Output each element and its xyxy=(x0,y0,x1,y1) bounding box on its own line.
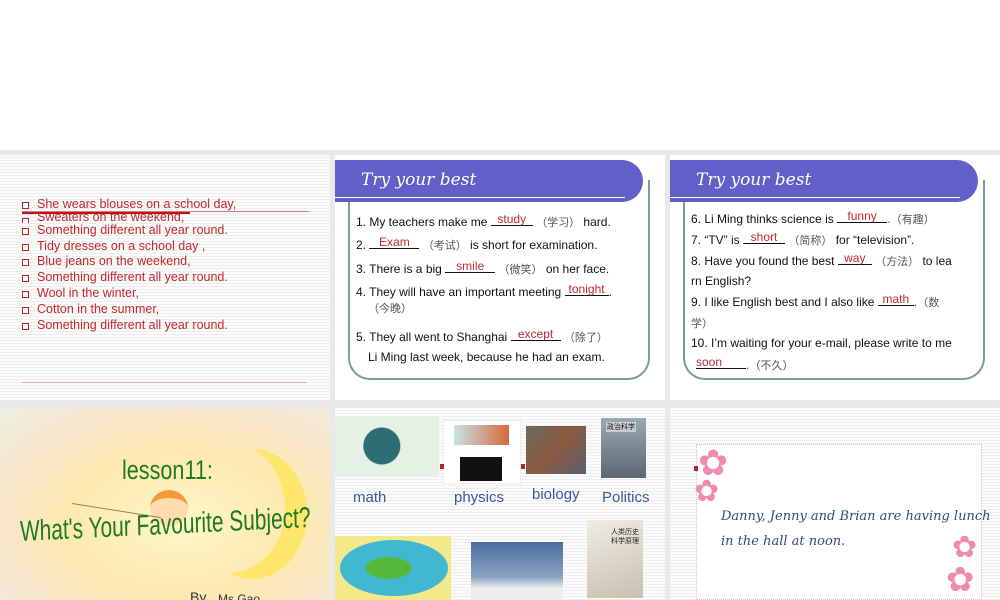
bullet-item: Something different all year round. xyxy=(20,318,236,334)
physics-image xyxy=(443,420,521,484)
slide-thumbnail-subjects[interactable]: 政治科学 math physics biology Politics 人类历史 … xyxy=(335,408,665,600)
answer: funny xyxy=(837,210,888,223)
bullet-item: Cotton in the summer, xyxy=(20,302,236,318)
answer: except xyxy=(510,328,561,341)
question-5-line2: Li Ming last week, because he had an exa… xyxy=(368,350,605,364)
bullet-item: Something different all year round. xyxy=(20,223,236,239)
header-rule xyxy=(335,197,625,198)
blank-top-area xyxy=(0,0,1000,150)
history-book-image: 人类历史 科学原理 xyxy=(587,520,643,598)
bullet-item: Sweaters on the weekend, xyxy=(20,213,236,223)
slide-header: Try your best xyxy=(670,160,978,202)
question-8-line2: rn English? xyxy=(691,274,752,288)
answer: study xyxy=(490,213,533,226)
bullet-marker xyxy=(694,466,698,471)
subject-label-math: math xyxy=(353,489,387,506)
politics-book-title: 政治科学 xyxy=(606,422,636,432)
divider xyxy=(22,382,307,383)
bullet-item: Something different all year round. xyxy=(20,270,236,286)
subject-label-politics: Politics xyxy=(602,489,650,506)
sentence-line-2: in the hall at noon. xyxy=(721,534,846,549)
answer: smile xyxy=(445,260,496,273)
answer: Exam xyxy=(369,236,420,249)
by-label: By xyxy=(190,589,207,600)
question-8: 8. Have you found the best way （方法） to l… xyxy=(691,251,952,268)
biology-image xyxy=(526,426,586,474)
question-7: 7. “TV” is short （简称） for “television”. xyxy=(691,230,915,247)
answer: short xyxy=(743,231,786,244)
geography-map-image xyxy=(335,536,451,600)
sentence-line-1: Danny, Jenny and Brian are having lunch xyxy=(721,509,991,524)
question-4-hint: （今晚） xyxy=(368,302,412,315)
question-5: 5. They all went to Shanghai except （除了） xyxy=(356,327,608,344)
question-9: 9. I like English best and I also like m… xyxy=(691,292,940,309)
flower-icon: ✿ xyxy=(946,561,975,599)
lesson-number: lesson11: xyxy=(122,455,213,485)
bullet-marker xyxy=(521,464,525,469)
math-image xyxy=(335,416,439,476)
slide-thumbnail-poem[interactable]: She wears blouses on a school day, Sweat… xyxy=(0,155,330,400)
divider xyxy=(22,211,309,212)
author: Ms Gao xyxy=(218,592,261,600)
bullet-marker xyxy=(440,464,444,469)
politics-book-image: 政治科学 xyxy=(601,418,646,478)
history-book-title: 人类历史 科学原理 xyxy=(611,529,639,545)
bullet-item: Blue jeans on the weekend, xyxy=(20,254,236,270)
question-4: 4. They will have an important meeting t… xyxy=(356,282,612,299)
question-2: 2. Exam （考试） is short for examination. xyxy=(356,235,598,252)
question-1: 1. My teachers make me study （学习） hard. xyxy=(356,212,611,229)
subject-label-biology: biology xyxy=(532,486,580,503)
header-rule xyxy=(670,197,960,198)
answer: soon xyxy=(696,356,746,369)
bullet-item: Wool in the winter, xyxy=(20,286,236,302)
question-10: 10. I’m waiting for your e-mail, please … xyxy=(691,336,952,350)
slide-thumbnail-try-your-best-1[interactable]: Try your best 1. My teachers make me stu… xyxy=(335,155,665,400)
header-title: Try your best xyxy=(361,170,477,190)
bullet-list: She wears blouses on a school day, Sweat… xyxy=(20,197,236,333)
slide-thumbnail-try-your-best-2[interactable]: Try your best 6. Li Ming thinks science … xyxy=(670,155,1000,400)
flower-icon: ✿ xyxy=(694,475,720,508)
subject-label-physics: physics xyxy=(454,489,505,506)
question-3: 3. There is a big smile （微笑） on her face… xyxy=(356,259,610,276)
answer: math xyxy=(877,293,914,306)
question-9-line2: 学） xyxy=(691,317,713,330)
slide-header: Try your best xyxy=(335,160,643,202)
question-6: 6. Li Ming thinks science is funny .（有趣） xyxy=(691,209,935,226)
slide-thumbnail-lunch[interactable]: ✿ ✿ ✿ ✿ Danny, Jenny and Brian are havin… xyxy=(670,408,1000,600)
answer: way xyxy=(837,252,872,265)
header-title: Try your best xyxy=(696,170,812,190)
answer: tonight xyxy=(564,283,609,296)
space-shuttle-image xyxy=(471,542,563,600)
question-10-line2: soon .（不久） xyxy=(696,355,794,372)
bullet-item: Tidy dresses on a school day , xyxy=(20,239,236,255)
slide-thumbnail-title[interactable]: lesson11: What's Your Favourite Subject?… xyxy=(0,408,330,600)
